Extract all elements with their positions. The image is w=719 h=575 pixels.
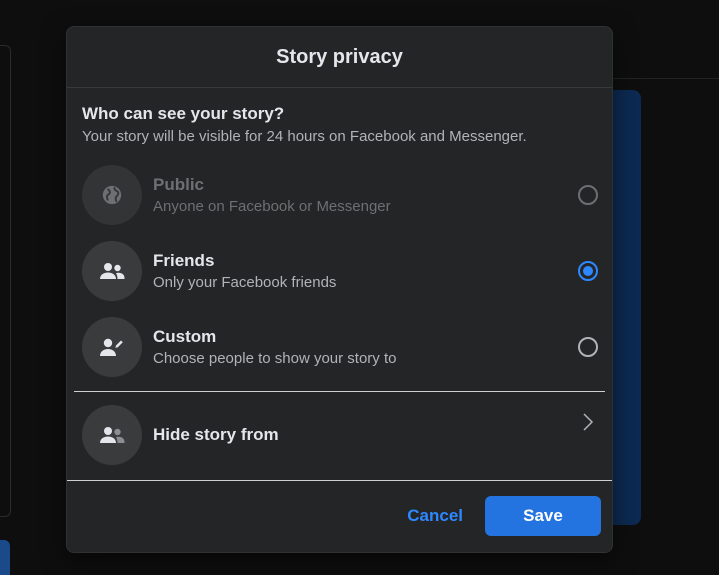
option-public[interactable]: Public Anyone on Facebook or Messenger: [67, 157, 612, 233]
hide-story-from-row[interactable]: Hide story from: [67, 392, 612, 478]
option-custom[interactable]: Custom Choose people to show your story …: [67, 309, 612, 385]
option-label: Friends: [153, 251, 215, 270]
option-description: Only your Facebook friends: [153, 274, 337, 291]
radio-custom[interactable]: [578, 337, 598, 357]
save-button[interactable]: Save: [485, 496, 601, 536]
option-description: Anyone on Facebook or Messenger: [153, 198, 391, 215]
chevron-right-icon: [582, 412, 594, 437]
radio-public[interactable]: [578, 185, 598, 205]
option-label: Public: [153, 175, 205, 194]
hide-story-from-label: Hide story from: [153, 425, 279, 444]
custom-person-icon: [82, 317, 142, 377]
radio-friends[interactable]: [578, 261, 598, 281]
option-description: Choose people to show your story to: [153, 350, 397, 367]
intro: Who can see your story? Your story will …: [67, 88, 612, 145]
dialog-footer: Cancel Save: [67, 480, 612, 552]
intro-heading: Who can see your story?: [82, 104, 285, 123]
intro-description: Your story will be visible for 24 hours …: [82, 128, 527, 145]
globe-icon: [82, 165, 142, 225]
background-divider: [613, 78, 719, 79]
friends-icon: [82, 241, 142, 301]
story-privacy-dialog: Story privacy Who can see your story? Yo…: [66, 26, 613, 553]
background-blue-strip: [0, 540, 10, 575]
option-label: Custom: [153, 327, 217, 346]
hide-from-people-icon: [82, 405, 142, 465]
background-card: [0, 45, 11, 517]
dialog-title: Story privacy: [276, 45, 403, 68]
dialog-header: Story privacy: [67, 27, 612, 88]
option-friends[interactable]: Friends Only your Facebook friends: [67, 233, 612, 309]
privacy-options: Public Anyone on Facebook or Messenger F…: [67, 157, 612, 385]
cancel-button[interactable]: Cancel: [385, 506, 485, 526]
